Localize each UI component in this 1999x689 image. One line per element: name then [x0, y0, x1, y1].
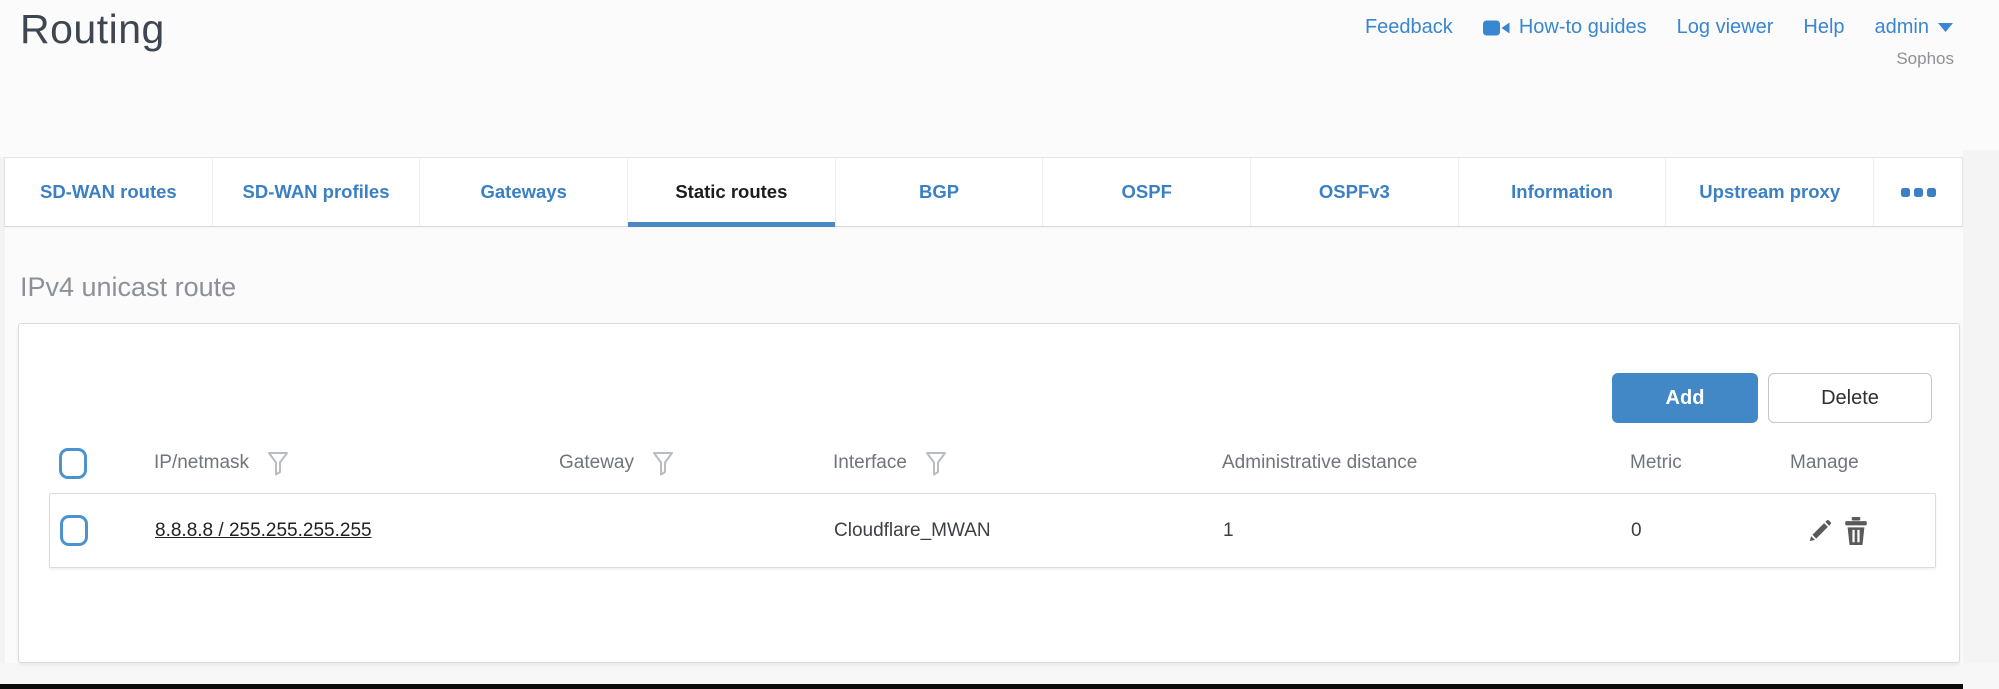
feedback-link[interactable]: Feedback: [1365, 16, 1453, 39]
tab-gateways[interactable]: Gateways: [420, 158, 628, 226]
table-toolbar: Add Delete: [1612, 373, 1932, 423]
log-viewer-link[interactable]: Log viewer: [1677, 16, 1774, 39]
route-gateway-cell: [550, 494, 824, 567]
add-button[interactable]: Add: [1612, 373, 1758, 423]
delete-button[interactable]: Delete: [1768, 373, 1932, 423]
pencil-icon[interactable]: [1807, 518, 1833, 544]
video-camera-icon: [1483, 18, 1510, 38]
trash-icon[interactable]: [1844, 517, 1868, 545]
row-checkbox[interactable]: [60, 515, 88, 546]
routing-tab-bar: SD-WAN routes SD-WAN profiles Gateways S…: [4, 157, 1963, 227]
tab-sdwan-routes[interactable]: SD-WAN routes: [5, 158, 213, 226]
col-header-gateway: Gateway: [559, 452, 634, 474]
brand-label: Sophos: [1896, 49, 1954, 69]
tab-bgp[interactable]: BGP: [836, 158, 1044, 226]
feedback-label: Feedback: [1365, 16, 1453, 39]
col-header-ip-netmask: IP/netmask: [154, 452, 249, 474]
route-interface-cell: Cloudflare_MWAN: [824, 494, 1213, 567]
tab-sdwan-profiles[interactable]: SD-WAN profiles: [213, 158, 421, 226]
tab-static-routes[interactable]: Static routes: [628, 158, 836, 226]
funnel-filter-icon[interactable]: [267, 451, 289, 476]
table-header-row: IP/netmask Gateway Interface Administrat…: [49, 441, 1936, 485]
user-menu[interactable]: admin: [1875, 16, 1953, 39]
select-all-checkbox[interactable]: [59, 448, 87, 479]
howto-guides-link[interactable]: How-to guides: [1483, 16, 1647, 39]
static-routes-card: Add Delete IP/netmask Gateway Interface …: [18, 323, 1960, 663]
chevron-down-icon: [1938, 23, 1953, 32]
right-margin-strip: [1963, 150, 1999, 689]
page-title: Routing: [20, 6, 165, 53]
user-menu-label: admin: [1875, 16, 1929, 39]
tab-information[interactable]: Information: [1459, 158, 1667, 226]
tab-overflow-menu[interactable]: [1874, 158, 1962, 226]
help-link[interactable]: Help: [1803, 16, 1844, 39]
top-navigation: Feedback How-to guides Log viewer Help a…: [1365, 16, 1953, 39]
route-ip-netmask-link[interactable]: 8.8.8.8 / 255.255.255.255: [155, 520, 372, 542]
left-margin-strip: [0, 157, 5, 689]
tab-ospf[interactable]: OSPF: [1043, 158, 1251, 226]
funnel-filter-icon[interactable]: [652, 451, 674, 476]
tab-ospfv3[interactable]: OSPFv3: [1251, 158, 1459, 226]
funnel-filter-icon[interactable]: [925, 451, 947, 476]
section-heading: IPv4 unicast route: [20, 272, 236, 303]
col-header-manage: Manage: [1790, 452, 1859, 474]
col-header-metric: Metric: [1630, 452, 1682, 474]
table-row: 8.8.8.8 / 255.255.255.255 Cloudflare_MWA…: [49, 493, 1936, 568]
route-admin-distance-cell: 1: [1213, 494, 1621, 567]
ellipsis-icon: [1901, 188, 1936, 197]
window-bottom-edge: [0, 684, 1963, 689]
help-label: Help: [1803, 16, 1844, 39]
col-header-interface: Interface: [833, 452, 907, 474]
col-header-admin-distance: Administrative distance: [1222, 452, 1417, 474]
route-metric-cell: 0: [1621, 494, 1781, 567]
howto-guides-label: How-to guides: [1519, 16, 1647, 39]
log-viewer-label: Log viewer: [1677, 16, 1774, 39]
tab-upstream-proxy[interactable]: Upstream proxy: [1666, 158, 1874, 226]
